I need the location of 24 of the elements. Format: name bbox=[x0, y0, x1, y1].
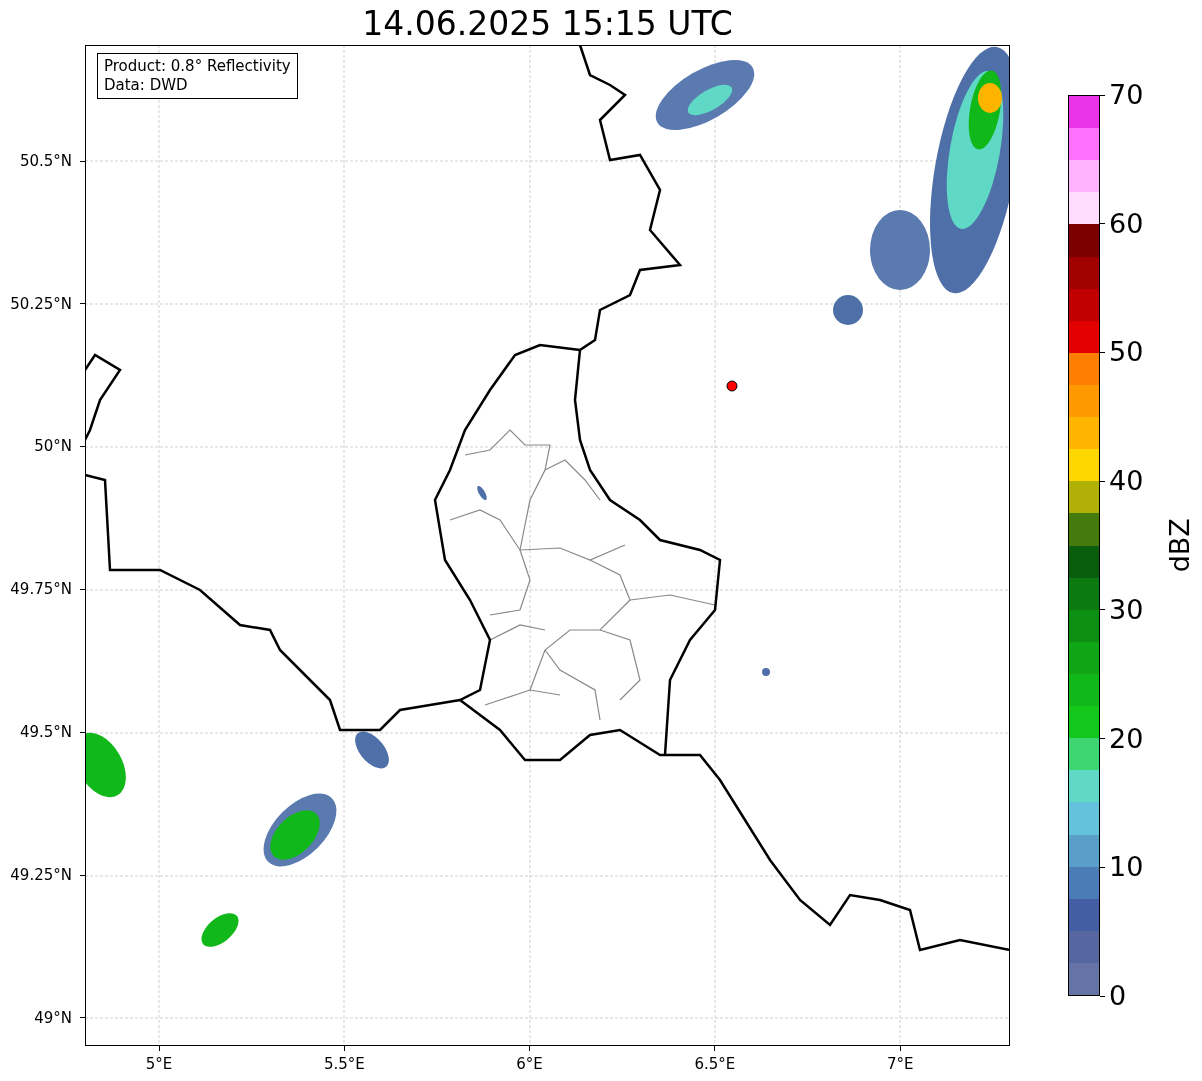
legend-text: Product: 0.8° Reflectivity bbox=[104, 57, 291, 76]
colorbar-tick-label: 50 bbox=[1109, 335, 1144, 370]
colorbar-tick-label: 30 bbox=[1109, 592, 1144, 627]
colorbar-tick-label: 70 bbox=[1109, 78, 1144, 112]
colorbar-tick-label: 60 bbox=[1109, 206, 1144, 241]
y-tick-label: 49.25°N bbox=[10, 864, 72, 886]
colorbar-tick-label: 10 bbox=[1109, 850, 1144, 885]
x-tick-label: 5.5°E bbox=[323, 1054, 365, 1075]
y-tick-label: 49°N bbox=[34, 1007, 72, 1029]
x-tick-label: 7°E bbox=[886, 1054, 914, 1075]
y-tick-label: 50.25°N bbox=[10, 293, 72, 315]
y-tick-label: 50.5°N bbox=[19, 150, 72, 172]
y-tick-label: 50°N bbox=[34, 436, 72, 458]
colorbar-label: dBZ bbox=[1162, 517, 1196, 573]
chart-title: 14.06.2025 15:15 UTC bbox=[361, 4, 734, 44]
colorbar-tick-label: 0 bbox=[1109, 979, 1127, 1013]
colorbar-tick-label: 40 bbox=[1109, 464, 1144, 499]
legend-text: Data: DWD bbox=[104, 76, 189, 95]
colorbar-tick-label: 20 bbox=[1109, 721, 1144, 756]
y-tick-label: 49.75°N bbox=[10, 579, 72, 601]
x-tick-label: 6.5°E bbox=[694, 1054, 736, 1075]
x-tick-label: 5°E bbox=[145, 1054, 173, 1075]
y-tick-label: 49.5°N bbox=[19, 721, 72, 743]
x-tick-label: 6°E bbox=[516, 1054, 543, 1075]
